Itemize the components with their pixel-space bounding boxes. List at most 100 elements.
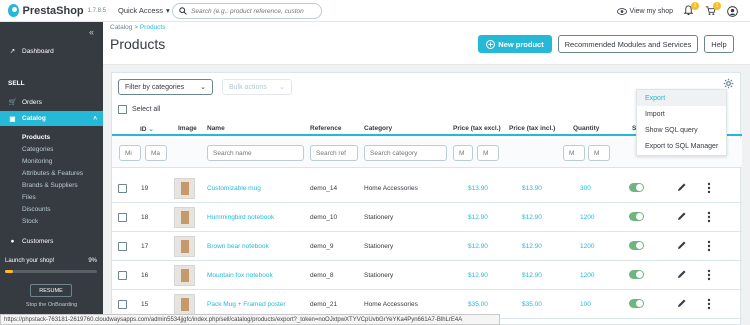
help-button[interactable]: Help <box>704 35 734 53</box>
resume-button[interactable]: RESUME <box>30 284 72 297</box>
id-max-input[interactable] <box>145 145 167 161</box>
row-checkbox[interactable] <box>118 271 127 280</box>
price-min-input[interactable] <box>453 145 473 161</box>
more-vert-icon[interactable] <box>707 298 711 310</box>
category-filter-input[interactable] <box>364 145 447 161</box>
price-max-input[interactable] <box>477 145 499 161</box>
product-thumbnail[interactable] <box>174 294 195 315</box>
row-price-excl[interactable]: $13.90 <box>468 185 488 192</box>
sidebar-subitem-discounts[interactable]: Discounts <box>0 203 103 215</box>
sidebar-subitem-files[interactable]: Files <box>0 191 103 203</box>
reference-filter-input[interactable] <box>310 145 358 161</box>
status-toggle[interactable] <box>629 183 644 192</box>
row-checkbox[interactable] <box>118 300 127 309</box>
quantity-min-input[interactable] <box>563 145 585 161</box>
row-price-incl[interactable]: $12.90 <box>522 272 542 279</box>
col-name[interactable]: Name <box>207 125 225 132</box>
sidebar-subitem-attributes[interactable]: Attributes & Features <box>0 167 103 179</box>
row-quantity[interactable]: 300 <box>580 185 591 192</box>
col-price-incl[interactable]: Price (tax incl.) <box>509 125 555 132</box>
row-checkbox[interactable] <box>118 242 127 251</box>
sidebar-item-catalog[interactable]: ▣ Catalog ˄ <box>0 111 103 126</box>
row-quantity[interactable]: 1200 <box>580 214 594 221</box>
product-name-link[interactable]: Pack Mug + Framed poster <box>207 301 286 308</box>
more-vert-icon[interactable] <box>707 211 711 223</box>
stop-onboarding-link[interactable]: Stop the OnBoarding <box>0 302 103 308</box>
recommended-modules-button[interactable]: Recommended Modules and Services <box>558 35 698 53</box>
row-price-incl[interactable]: $12.90 <box>522 243 542 250</box>
search-box[interactable] <box>172 3 322 19</box>
row-price-excl[interactable]: $35.00 <box>468 301 488 308</box>
row-price-incl[interactable]: $13.90 <box>522 185 542 192</box>
select-all[interactable]: Select all <box>118 105 160 114</box>
select-all-checkbox[interactable] <box>118 105 127 114</box>
row-price-excl[interactable]: $12.90 <box>468 272 488 279</box>
status-toggle[interactable] <box>629 299 644 308</box>
edit-icon[interactable] <box>677 298 687 308</box>
filter-by-categories-button[interactable]: Filter by categories ⌄ <box>118 79 213 95</box>
menu-item-import[interactable]: Import <box>637 106 726 122</box>
col-category[interactable]: Category <box>364 125 392 132</box>
gear-icon[interactable] <box>723 78 734 89</box>
collapse-sidebar-icon[interactable]: « <box>89 27 94 37</box>
product-thumbnail[interactable] <box>174 207 195 228</box>
product-name-link[interactable]: Brown bear notebook <box>207 243 269 250</box>
sidebar-item-customers[interactable]: ● Customers <box>0 234 103 248</box>
sidebar-subitem-brands[interactable]: Brands & Suppliers <box>0 179 103 191</box>
row-checkbox[interactable] <box>118 213 127 222</box>
sidebar-subitem-monitoring[interactable]: Monitoring <box>0 155 103 167</box>
status-toggle[interactable] <box>629 212 644 221</box>
table-row[interactable]: 18 Hummingbird notebook demo_10 Stationery $… <box>112 203 742 232</box>
product-thumbnail[interactable] <box>174 265 195 286</box>
menu-item-export-sql-manager[interactable]: Export to SQL Manager <box>637 138 726 154</box>
row-checkbox[interactable] <box>118 184 127 193</box>
product-name-link[interactable]: Hummingbird notebook <box>207 214 274 221</box>
new-product-button[interactable]: New product <box>478 35 552 53</box>
breadcrumb-current[interactable]: Products <box>140 24 166 31</box>
product-thumbnail[interactable] <box>174 178 195 199</box>
product-thumbnail[interactable] <box>174 236 195 257</box>
row-quantity[interactable]: 1200 <box>580 272 594 279</box>
menu-item-export[interactable]: Export <box>637 90 726 106</box>
row-price-excl[interactable]: $12.90 <box>468 214 488 221</box>
col-price-excl[interactable]: Price (tax excl.) <box>453 125 501 132</box>
edit-icon[interactable] <box>677 182 687 192</box>
more-vert-icon[interactable] <box>707 269 711 281</box>
sidebar-item-orders[interactable]: 🛒 Orders <box>0 95 103 109</box>
status-toggle[interactable] <box>629 241 644 250</box>
orders-notification[interactable]: 2 <box>683 2 699 17</box>
row-quantity[interactable]: 1200 <box>580 243 594 250</box>
sidebar-subitem-products[interactable]: Products <box>0 131 103 143</box>
status-toggle[interactable] <box>629 270 644 279</box>
col-quantity[interactable]: Quantity <box>573 125 599 132</box>
edit-icon[interactable] <box>677 240 687 250</box>
product-name-link[interactable]: Mountain fox notebook <box>207 272 273 279</box>
row-price-incl[interactable]: $35.00 <box>522 301 542 308</box>
col-id[interactable]: ID ⌄ <box>140 125 154 133</box>
quick-access-menu[interactable]: Quick Access ▾ <box>118 6 170 15</box>
breadcrumb-root[interactable]: Catalog <box>110 24 132 31</box>
account-menu[interactable] <box>727 5 738 17</box>
row-quantity[interactable]: 100 <box>580 301 591 308</box>
search-input[interactable] <box>191 7 311 15</box>
row-price-incl[interactable]: $12.90 <box>522 214 542 221</box>
name-filter-input[interactable] <box>207 145 304 161</box>
customers-notification[interactable]: 1 <box>705 2 721 17</box>
table-row[interactable]: 19 Customizable mug demo_14 Home Accessorie… <box>112 174 742 203</box>
table-row[interactable]: 17 Brown bear notebook demo_9 Stationery $12… <box>112 232 742 261</box>
id-min-input[interactable] <box>119 145 141 161</box>
sidebar-item-dashboard[interactable]: ↗ Dashboard <box>0 44 103 58</box>
menu-item-show-sql[interactable]: Show SQL query <box>637 122 726 138</box>
view-shop-link[interactable]: View my shop <box>616 8 673 15</box>
logo[interactable]: PrestaShop 1.7.8.5 <box>8 4 106 17</box>
more-vert-icon[interactable] <box>707 182 711 194</box>
quantity-max-input[interactable] <box>588 145 610 161</box>
product-name-link[interactable]: Customizable mug <box>207 185 261 192</box>
table-row[interactable]: 16 Mountain fox notebook demo_8 Stationery $… <box>112 261 742 290</box>
sidebar-subitem-stock[interactable]: Stock <box>0 215 103 227</box>
more-vert-icon[interactable] <box>707 240 711 252</box>
col-reference[interactable]: Reference <box>310 125 341 132</box>
row-price-excl[interactable]: $12.90 <box>468 243 488 250</box>
edit-icon[interactable] <box>677 269 687 279</box>
bulk-actions-button[interactable]: Bulk actions ⌄ <box>222 79 292 95</box>
